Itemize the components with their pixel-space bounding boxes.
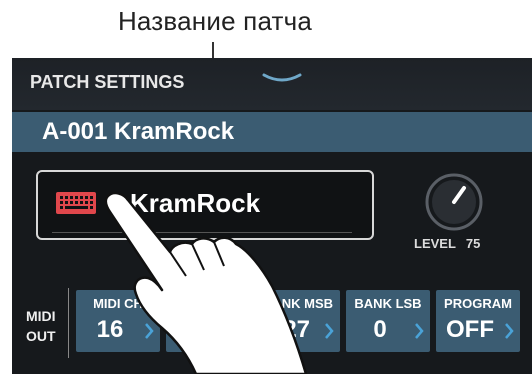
midi-out-label: MIDI OUT bbox=[26, 308, 56, 344]
chevron-right-icon bbox=[325, 323, 334, 339]
header-bar: PATCH SETTINGS bbox=[12, 58, 532, 110]
chevron-right-icon bbox=[415, 323, 424, 339]
level-readout: LEVEL 75 bbox=[414, 236, 480, 251]
header-title: PATCH SETTINGS bbox=[30, 72, 185, 92]
param-bank-lsb[interactable]: BANK LSB 0 bbox=[346, 290, 430, 352]
patch-name-caption: Название патча bbox=[117, 6, 313, 36]
chevron-right-icon bbox=[505, 323, 514, 339]
level-value: 75 bbox=[465, 236, 481, 251]
chevron-down-icon[interactable] bbox=[262, 72, 302, 86]
level-knob-icon[interactable] bbox=[424, 172, 484, 232]
keyboard-icon bbox=[56, 192, 96, 214]
param-program[interactable]: PROGRAM OFF bbox=[436, 290, 520, 352]
patch-full-name: A-001 KramRock bbox=[42, 118, 235, 145]
pointing-hand-icon bbox=[104, 191, 308, 374]
param-value: 0 bbox=[373, 316, 387, 343]
param-label: BANK LSB bbox=[354, 296, 422, 311]
param-value: OFF bbox=[446, 316, 494, 343]
param-label: PROGRAM bbox=[444, 296, 512, 311]
midi-separator bbox=[68, 288, 69, 358]
patch-title-bar: A-001 KramRock bbox=[12, 112, 532, 152]
level-label: LEVEL bbox=[414, 236, 456, 251]
